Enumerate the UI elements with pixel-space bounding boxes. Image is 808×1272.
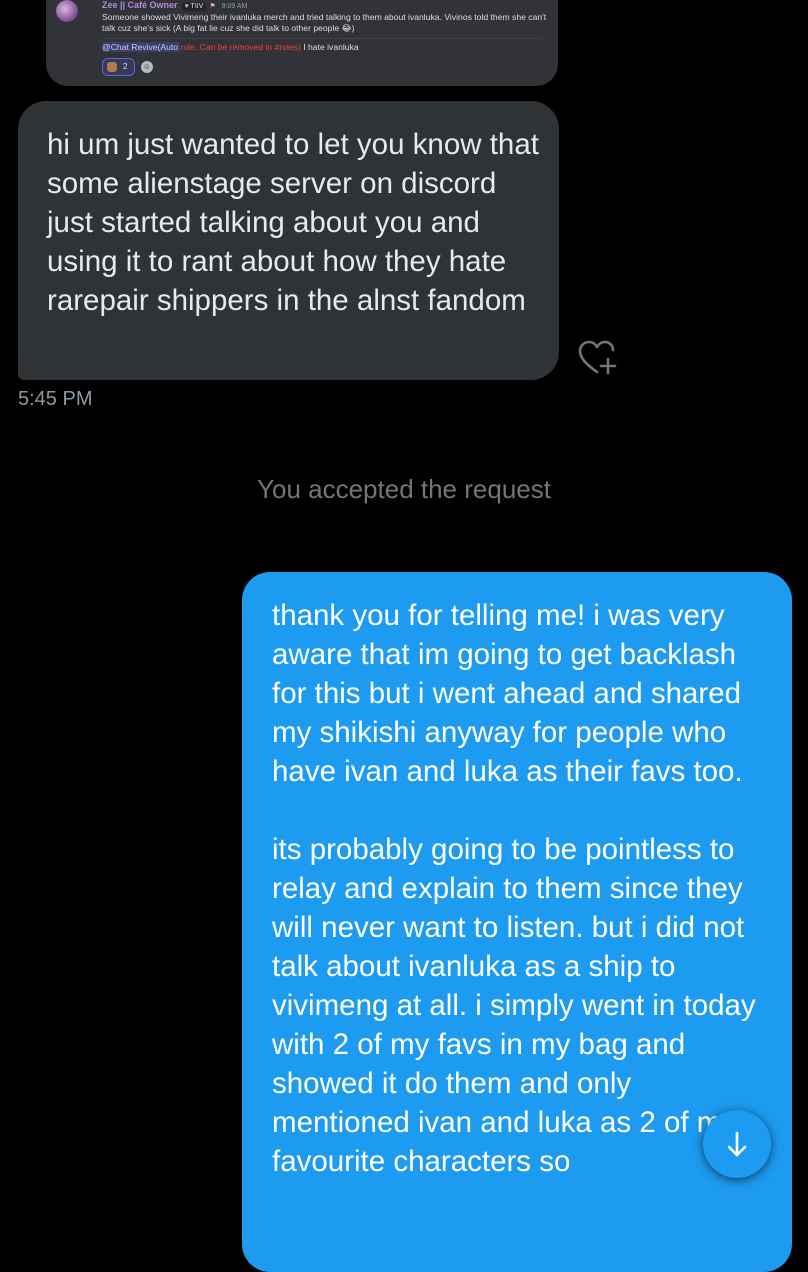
discord-message-text: Someone showed Vivimeng their ivanluka m… [102,12,547,33]
discord-reaction: 2 [102,58,135,76]
reaction-count: 2 [123,62,128,71]
add-reaction-icon: ☺ [141,61,153,73]
mention-suffix: I hate ivanluka [300,42,359,52]
discord-username: Zee || Café Owner [102,0,178,10]
mention-role: role. Can be removed in #roles) [180,42,301,52]
received-message-bubble[interactable]: hi um just wanted to let you know that s… [18,101,559,380]
arrow-down-icon [727,1131,747,1157]
flag-icon: ⚑ [209,3,216,10]
mention-prefix: @Chat Revive(Auto [102,42,181,52]
sent-message-paragraph-1: thank you for telling me! i was very awa… [272,599,743,788]
discord-timestamp: 9:09 AM [221,3,248,10]
scroll-to-bottom-button[interactable] [703,1110,771,1178]
reaction-emoji-icon [107,62,117,72]
discord-role-tag: ♥ TIIV [181,2,207,11]
discord-mention-line: @Chat Revive(Auto role. Can be removed i… [102,42,359,53]
message-timestamp: 5:45 PM [18,388,93,410]
discord-message-header: Zee || Café Owner ♥ TIIV ⚑ 9:09 AM [102,0,247,12]
attached-screenshot[interactable]: Zee || Café Owner ♥ TIIV ⚑ 9:09 AM Someone … [46,0,558,86]
heart-plus-icon[interactable] [578,340,618,376]
received-message-text: hi um just wanted to let you know that s… [47,128,539,317]
divider [102,38,542,39]
discord-avatar [56,0,78,22]
request-accepted-notice: You accepted the request [257,474,551,504]
sent-message-paragraph-2: its probably going to be pointless to re… [272,833,756,1178]
